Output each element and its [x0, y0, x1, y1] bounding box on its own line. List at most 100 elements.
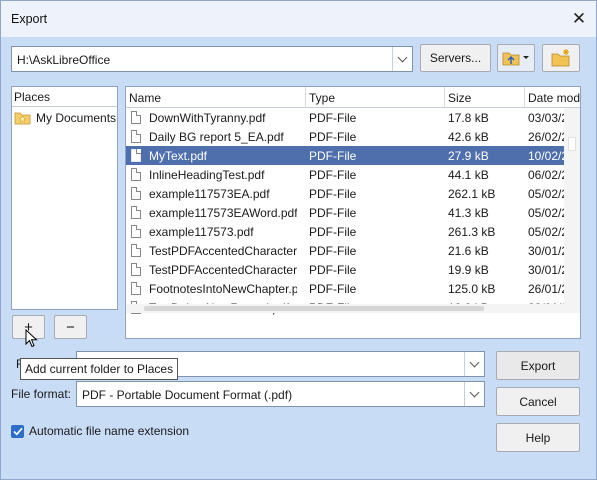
file-type-cell: PDF-File: [309, 168, 357, 182]
chevron-down-icon: [397, 52, 408, 62]
file-type-cell: PDF-File: [309, 130, 357, 144]
path-value: H:\AskLibreOffice: [17, 53, 111, 67]
help-button[interactable]: Help: [496, 423, 580, 452]
file-format-dropdown-arrow[interactable]: [464, 382, 484, 406]
chevron-down-icon: [469, 387, 480, 397]
file-type-cell: PDF-File: [309, 225, 357, 239]
file-size-cell: 19.9 kB: [448, 263, 489, 277]
pdf-file-icon: [131, 130, 141, 143]
pdf-file-icon: [131, 263, 141, 276]
file-row[interactable]: example117573EA.pdf PDF-File 262.1 kB 05/02…: [126, 184, 564, 203]
file-row[interactable]: example117573EAWord.pdf PDF-File 41.3 kB 05…: [126, 203, 564, 222]
pdf-file-icon: [131, 282, 141, 295]
file-name-cell: example117573EAWord.pdf: [149, 206, 297, 220]
path-combobox[interactable]: H:\AskLibreOffice: [11, 46, 413, 72]
new-folder-button[interactable]: [542, 44, 580, 72]
file-date-cell: 30/01/2: [528, 244, 564, 258]
file-list-header: Name Type Size Date modi: [126, 87, 580, 108]
file-list-pane: Name Type Size Date modi DownWithTyranny…: [125, 86, 581, 339]
path-dropdown-arrow[interactable]: [392, 47, 412, 71]
close-icon[interactable]: ✕: [570, 10, 588, 28]
file-row[interactable]: TestPDFAccentedCharactersT PDF-File 19.9 k…: [126, 260, 564, 279]
remove-place-label: −: [66, 318, 75, 336]
file-date-cell: 30/01/2: [528, 263, 564, 277]
pdf-file-icon: [131, 187, 141, 200]
file-size-cell: 262.1 kB: [448, 187, 496, 201]
places-pane: Places My Documents: [11, 86, 118, 310]
pdf-file-icon: [131, 225, 141, 238]
file-row[interactable]: example117573.pdf PDF-File 261.3 kB 05/02/2: [126, 222, 564, 241]
title-bar: Export ✕: [1, 1, 596, 37]
file-row[interactable]: Daily BG report 5_EA.pdf PDF-File 42.6 kB 2…: [126, 127, 564, 146]
export-dialog: Export ✕ H:\AskLibreOffice Servers... Pl…: [0, 0, 597, 480]
starred-folder-icon: [14, 112, 31, 125]
pdf-file-icon: [131, 111, 141, 124]
file-row[interactable]: TestPDFAccentedCharacters. PDF-File 21.6 k…: [126, 241, 564, 260]
file-date-cell: 26/01/2: [528, 282, 564, 296]
file-size-cell: 27.9 kB: [448, 149, 489, 163]
chevron-down-icon: [469, 357, 480, 367]
file-name-cell: MyText.pdf: [149, 149, 208, 163]
column-date-modified[interactable]: Date modi: [525, 87, 580, 108]
file-name-cell: example117573EA.pdf: [149, 187, 270, 201]
up-folder-button[interactable]: [497, 44, 535, 72]
file-row[interactable]: DownWithTyranny.pdf PDF-File 17.8 kB 03/03/…: [126, 108, 564, 127]
file-name-cell: Daily BG report 5_EA.pdf: [149, 130, 284, 144]
file-type-cell: PDF-File: [309, 282, 357, 296]
place-item-my-documents[interactable]: My Documents: [14, 111, 116, 125]
new-folder-icon: [551, 49, 570, 67]
file-row[interactable]: InlineHeadingTest.pdf PDF-File 44.1 kB 06/0…: [126, 165, 564, 184]
file-size-cell: 17.8 kB: [448, 111, 489, 125]
dialog-title: Export: [11, 12, 48, 26]
column-name[interactable]: Name: [126, 87, 306, 108]
file-format-value: PDF - Portable Document Format (.pdf): [82, 388, 293, 402]
file-type-cell: PDF-File: [309, 111, 357, 125]
export-button[interactable]: Export: [496, 351, 580, 380]
file-type-cell: PDF-File: [309, 263, 357, 277]
horizontal-scroll-thumb[interactable]: [144, 306, 484, 311]
file-name-cell: TestPDFAccentedCharactersT: [149, 263, 297, 277]
pdf-file-icon: [131, 206, 141, 219]
vertical-scrollbar[interactable]: [564, 108, 580, 313]
file-type-cell: PDF-File: [309, 187, 357, 201]
file-name-dropdown-arrow[interactable]: [464, 352, 484, 376]
remove-place-button[interactable]: −: [54, 315, 87, 339]
cancel-button-label: Cancel: [519, 394, 557, 409]
servers-button[interactable]: Servers...: [420, 44, 491, 72]
file-size-cell: 21.6 kB: [448, 244, 489, 258]
file-date-cell: 06/02/2: [528, 168, 564, 182]
places-header: Places: [12, 87, 117, 107]
auto-extension-checkbox[interactable]: [11, 425, 24, 438]
file-name-cell: DownWithTyranny.pdf: [149, 111, 266, 125]
file-date-cell: 05/02/2: [528, 187, 564, 201]
file-type-cell: PDF-File: [309, 149, 357, 163]
place-item-label: My Documents: [36, 111, 117, 125]
file-size-cell: 41.3 kB: [448, 206, 489, 220]
file-row[interactable]: FootnotesIntoNewChapter.p PDF-File 125.0 k…: [126, 279, 564, 298]
export-button-label: Export: [520, 358, 556, 373]
file-date-cell: 03/03/2: [528, 111, 564, 125]
pdf-file-icon: [131, 149, 141, 162]
file-name-cell: FootnotesIntoNewChapter.p: [149, 282, 297, 296]
vertical-scroll-thumb[interactable]: [568, 137, 576, 151]
auto-extension-label: Automatic file name extension: [29, 424, 190, 438]
file-date-cell: 05/02/2: [528, 206, 564, 220]
servers-button-label: Servers...: [429, 51, 482, 65]
add-place-tooltip: Add current folder to Places: [20, 358, 179, 380]
file-row[interactable]: MyText.pdf PDF-File 27.9 kB 10/02/2: [126, 146, 564, 165]
file-size-cell: 125.0 kB: [448, 282, 496, 296]
help-button-label: Help: [525, 430, 551, 445]
column-type[interactable]: Type: [306, 87, 445, 108]
file-date-cell: 10/02/2: [528, 149, 564, 163]
mouse-cursor-icon: [25, 329, 38, 348]
file-name-cell: TestPDFAccentedCharacters.: [149, 244, 297, 258]
file-date-cell: 26/02/2: [528, 130, 564, 144]
horizontal-scrollbar[interactable]: [126, 304, 564, 313]
file-size-cell: 261.3 kB: [448, 225, 496, 239]
file-name-cell: InlineHeadingTest.pdf: [149, 168, 265, 182]
file-size-cell: 42.6 kB: [448, 130, 489, 144]
cancel-button[interactable]: Cancel: [496, 387, 580, 416]
column-size[interactable]: Size: [445, 87, 525, 108]
file-name-cell: example117573.pdf: [149, 225, 254, 239]
file-format-select[interactable]: PDF - Portable Document Format (.pdf): [76, 381, 485, 407]
